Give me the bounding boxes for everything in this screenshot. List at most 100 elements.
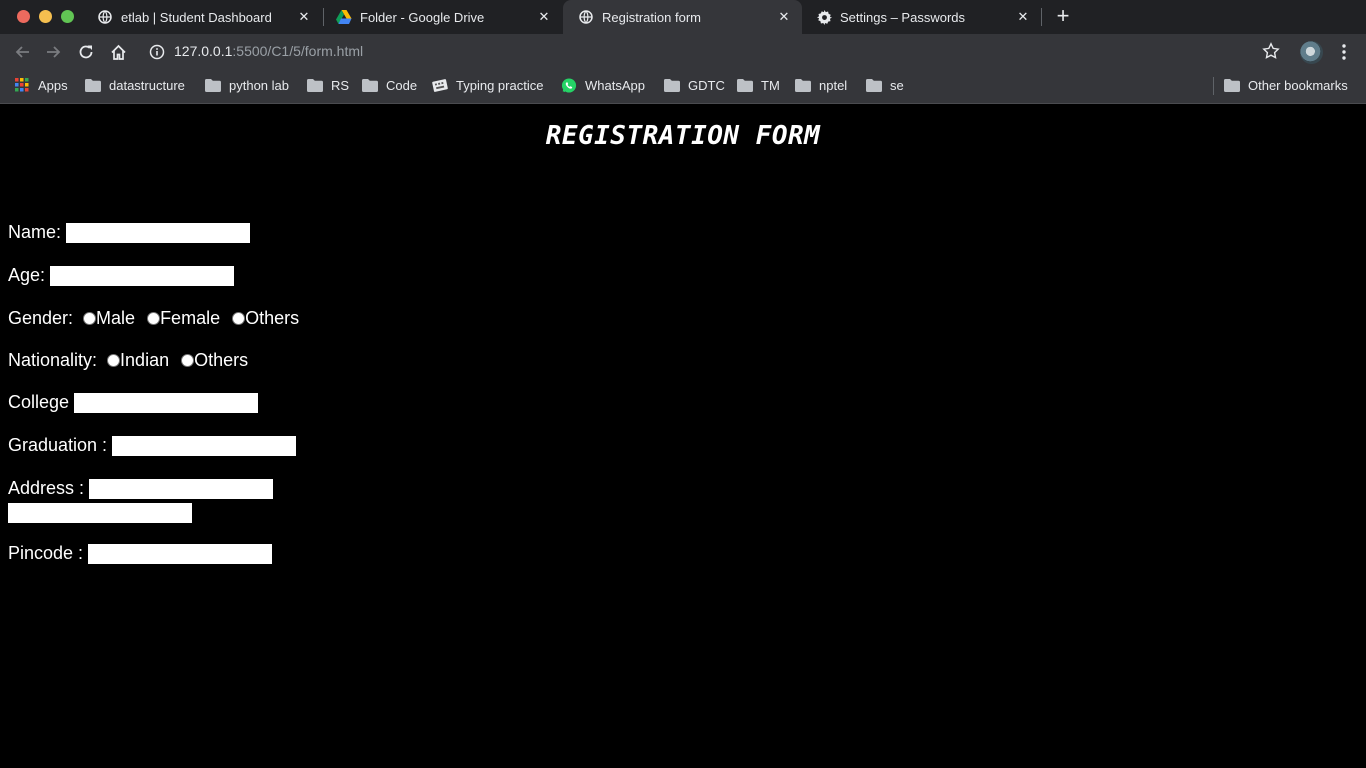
gender-male-label: Male [96,308,136,328]
address-row: Address : [8,478,274,499]
bookmark-folder-python-lab[interactable]: python lab [205,70,289,100]
bookmark-star-icon[interactable] [1262,42,1282,62]
keyboard-icon [432,77,448,93]
tab-label: Registration form [602,9,701,25]
folder-icon [737,77,753,93]
folder-icon [307,77,323,93]
name-label: Name: [8,222,62,242]
tab-registration-form[interactable]: Registration form ✕ [563,0,802,34]
bookmark-label: se [890,77,904,93]
graduation-row: Graduation : [8,435,297,456]
nationality-indian-radio[interactable] [107,354,121,367]
gender-others-radio[interactable] [232,312,246,325]
address-input-line-1[interactable] [89,478,274,499]
bookmark-apps[interactable]: Apps [14,70,68,100]
gender-male-radio[interactable] [83,312,97,325]
bookmark-label: nptel [819,77,848,93]
url-text: 127.0.0.1:5500/C1/5/form.html [174,43,363,59]
close-window-button[interactable] [17,10,30,23]
college-input[interactable] [74,392,259,413]
name-row: Name: [8,222,251,243]
address-bar[interactable]: 127.0.0.1:5500/C1/5/form.html [137,37,1297,67]
home-icon[interactable] [107,41,129,63]
nationality-label: Nationality: [8,350,98,370]
profile-avatar[interactable] [1300,41,1323,64]
bookmark-label: Code [386,77,418,93]
gender-row: Gender: Male Female Others [8,308,307,329]
bookmark-label: Other bookmarks [1248,77,1348,93]
pincode-row: Pincode : [8,543,273,564]
reload-icon[interactable] [75,41,97,63]
bookmarks-bar: Apps datastructure python lab RS Code Ty… [0,70,1366,104]
age-row: Age: [8,265,235,286]
bookmark-folder-code[interactable]: Code [362,70,417,100]
close-tab-icon[interactable]: ✕ [1015,9,1031,25]
tab-etlab[interactable]: etlab | Student Dashboard ✕ [82,0,322,34]
tab-settings-passwords[interactable]: Settings – Passwords ✕ [801,0,1041,34]
forward-icon[interactable] [43,41,65,63]
whatsapp-icon [561,77,577,93]
bookmark-label: TM [761,77,780,93]
google-drive-icon [336,9,352,25]
apps-grid-icon [14,77,30,93]
back-icon[interactable] [11,41,33,63]
tab-label: etlab | Student Dashboard [121,9,272,25]
url-path: :5500/C1/5/form.html [232,43,364,59]
minimize-window-button[interactable] [39,10,52,23]
maximize-window-button[interactable] [61,10,74,23]
folder-icon [1224,77,1240,93]
bookmark-folder-datastructure[interactable]: datastructure [85,70,185,100]
globe-icon [578,9,594,25]
info-icon[interactable] [149,44,165,60]
folder-icon [866,77,882,93]
graduation-input[interactable] [112,435,297,456]
nationality-others-radio[interactable] [181,354,195,367]
bookmark-label: datastructure [109,77,185,93]
new-tab-button[interactable]: + [1052,5,1074,29]
address-input-line-2[interactable] [8,503,192,523]
pincode-input[interactable] [88,543,273,564]
tab-label: Folder - Google Drive [360,9,485,25]
more-menu-icon[interactable] [1334,42,1354,62]
other-bookmarks-folder[interactable]: Other bookmarks [1224,70,1348,100]
globe-icon [97,9,113,25]
nationality-row: Nationality: Indian Others [8,350,256,371]
gear-icon [816,9,832,25]
college-label: College [8,392,70,412]
folder-icon [664,77,680,93]
graduation-label: Graduation : [8,435,108,455]
age-input[interactable] [50,265,235,286]
bookmark-folder-nptel[interactable]: nptel [795,70,847,100]
bookmark-label: python lab [229,77,289,93]
bookmark-label: Typing practice [456,77,544,93]
college-row: College [8,392,259,413]
bookmark-typing-practice[interactable]: Typing practice [432,70,543,100]
bookmarks-divider [1213,77,1214,95]
bookmark-label: GDTC [688,77,725,93]
address-row-2 [8,503,192,523]
name-input[interactable] [66,222,251,243]
bookmark-folder-rs[interactable]: RS [307,70,349,100]
tab-google-drive[interactable]: Folder - Google Drive ✕ [321,0,562,34]
close-tab-icon[interactable]: ✕ [776,9,792,25]
nationality-indian-label: Indian [120,350,170,370]
folder-icon [85,77,101,93]
bookmark-folder-se[interactable]: se [866,70,904,100]
bookmark-folder-tm[interactable]: TM [737,70,780,100]
age-label: Age: [8,265,46,285]
bookmark-whatsapp[interactable]: WhatsApp [561,70,645,100]
gender-female-radio[interactable] [147,312,161,325]
folder-icon [205,77,221,93]
form-title: REGISTRATION FORM [545,121,821,151]
tab-divider [1041,8,1042,26]
address-label: Address : [8,478,85,498]
browser-toolbar: 127.0.0.1:5500/C1/5/form.html [0,34,1366,70]
nationality-others-label: Others [194,350,249,370]
close-tab-icon[interactable]: ✕ [296,9,312,25]
bookmark-label: Apps [38,77,68,93]
close-tab-icon[interactable]: ✕ [536,9,552,25]
gender-others-label: Others [245,308,300,328]
url-host: 127.0.0.1 [174,43,233,59]
bookmark-label: WhatsApp [585,77,645,93]
bookmark-folder-gdtc[interactable]: GDTC [664,70,725,100]
